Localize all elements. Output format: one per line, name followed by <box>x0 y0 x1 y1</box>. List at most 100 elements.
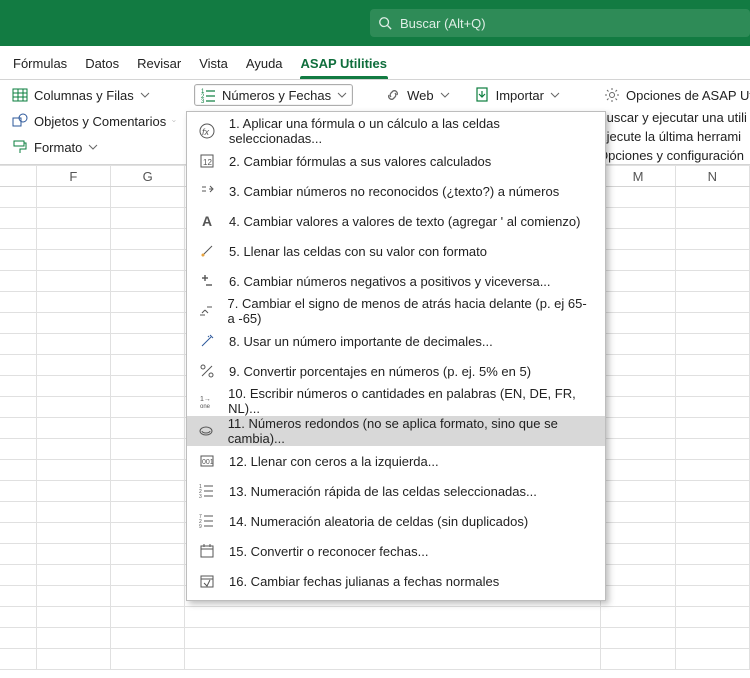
list-number-icon: 123 <box>200 87 216 103</box>
svg-text:12: 12 <box>203 158 212 167</box>
chevron-down-icon <box>140 90 150 100</box>
calendar-convert-icon <box>197 571 217 591</box>
menu-item-12[interactable]: 001 12. Llenar con ceros a la izquierda..… <box>187 446 605 476</box>
svg-text:3: 3 <box>201 99 205 103</box>
menu-item-label: 9. Convertir porcentajes en números (p. … <box>229 364 531 379</box>
menu-item-16[interactable]: 16. Cambiar fechas julianas a fechas nor… <box>187 566 605 596</box>
menu-item-6[interactable]: 6. Cambiar números negativos a positivos… <box>187 266 605 296</box>
minus-swap-icon <box>197 301 216 321</box>
menu-item-4[interactable]: A 4. Cambiar valores a valores de texto (… <box>187 206 605 236</box>
link-icon <box>385 87 401 103</box>
gear-icon <box>604 87 620 103</box>
web-label: Web <box>407 88 434 103</box>
tab-revisar[interactable]: Revisar <box>128 49 190 79</box>
tab-vista[interactable]: Vista <box>190 49 237 79</box>
chevron-down-icon <box>440 90 450 100</box>
colhead-F[interactable]: F <box>37 165 111 186</box>
text-a-icon: A <box>197 211 217 231</box>
calendar-icon <box>197 541 217 561</box>
menu-item-label: 6. Cambiar números negativos a positivos… <box>229 274 551 289</box>
fx-icon: fx <box>197 121 217 141</box>
plusminus-icon <box>197 271 217 291</box>
colhead-N[interactable]: N <box>676 165 750 186</box>
menu-item-7[interactable]: 7. Cambiar el signo de menos de atrás ha… <box>187 296 605 326</box>
right-links: Buscar y ejecutar una utili Ejecute la ú… <box>598 108 750 165</box>
formato-label: Formato <box>34 140 82 155</box>
web-button[interactable]: Web <box>379 84 456 106</box>
tab-ayuda[interactable]: Ayuda <box>237 49 292 79</box>
menu-item-9[interactable]: 9. Convertir porcentajes en números (p. … <box>187 356 605 386</box>
columnas-filas-button[interactable]: Columnas y Filas <box>6 84 182 106</box>
convert-number-icon <box>197 181 217 201</box>
chevron-down-icon <box>550 90 560 100</box>
search-placeholder: Buscar (Alt+Q) <box>400 16 486 31</box>
wand-icon <box>197 331 217 351</box>
opciones-config-link[interactable]: Opciones y configuración <box>598 146 750 165</box>
numeros-fechas-menu: fx1. Aplicar una fórmula o un cálculo a … <box>186 111 606 601</box>
round-icon <box>197 421 216 441</box>
buscar-ejecutar-link[interactable]: Buscar y ejecutar una utili <box>598 108 750 127</box>
chevron-down-icon <box>337 90 347 100</box>
menu-item-label: 15. Convertir o reconocer fechas... <box>229 544 428 559</box>
values-icon: 12 <box>197 151 217 171</box>
menu-item-label: 8. Usar un número importante de decimale… <box>229 334 493 349</box>
menu-item-3[interactable]: 3. Cambiar números no reconocidos (¿text… <box>187 176 605 206</box>
tab-datos[interactable]: Datos <box>76 49 128 79</box>
svg-text:fx: fx <box>202 127 210 137</box>
menu-item-label: 7. Cambiar el signo de menos de atrás ha… <box>228 296 595 326</box>
opciones-asap-button[interactable]: Opciones de ASAP Utilitie <box>598 84 750 106</box>
search-icon <box>378 16 392 30</box>
paint-icon <box>12 139 28 155</box>
menu-item-label: 11. Números redondos (no se aplica forma… <box>228 416 595 446</box>
menu-item-label: 14. Numeración aleatoria de celdas (sin … <box>229 514 528 529</box>
menu-item-14[interactable]: 729 14. Numeración aleatoria de celdas (s… <box>187 506 605 536</box>
spell-icon: 1→one <box>197 391 216 411</box>
menu-item-8[interactable]: 8. Usar un número importante de decimale… <box>187 326 605 356</box>
shapes-icon <box>12 113 28 129</box>
ejecute-ultima-link[interactable]: Ejecute la última herrami <box>598 127 750 146</box>
menu-item-label: 4. Cambiar valores a valores de texto (a… <box>229 214 580 229</box>
colhead-M[interactable]: M <box>601 165 675 186</box>
opciones-asap-label: Opciones de ASAP Utilitie <box>626 88 750 103</box>
menu-item-label: 16. Cambiar fechas julianas a fechas nor… <box>229 574 499 589</box>
importar-button[interactable]: Importar <box>468 84 566 106</box>
ribbon-group-right: Opciones de ASAP Utilitie Buscar y ejecu… <box>592 80 750 164</box>
leading-zeros-icon: 001 <box>197 451 217 471</box>
menu-item-15[interactable]: 15. Convertir o reconocer fechas... <box>187 536 605 566</box>
ribbon-tabs: Fórmulas Datos Revisar Vista Ayuda ASAP … <box>0 46 750 80</box>
search-box[interactable]: Buscar (Alt+Q) <box>370 9 750 37</box>
numbering-icon: 123 <box>197 481 217 501</box>
svg-text:001: 001 <box>202 459 214 466</box>
svg-text:1→: 1→ <box>200 396 211 403</box>
tab-formulas[interactable]: Fórmulas <box>4 49 76 79</box>
menu-item-1[interactable]: fx1. Aplicar una fórmula o un cálculo a … <box>187 116 605 146</box>
brush-icon <box>197 241 217 261</box>
menu-item-label: 10. Escribir números o cantidades en pal… <box>228 386 595 416</box>
menu-item-10[interactable]: 1→one 10. Escribir números o cantidades e… <box>187 386 605 416</box>
chevron-down-icon <box>88 142 98 152</box>
numeros-fechas-button[interactable]: 123 Números y Fechas <box>194 84 353 106</box>
ribbon-group-left: Columnas y Filas Objetos y Comentarios F… <box>0 80 188 164</box>
svg-text:one: one <box>200 404 211 409</box>
chevron-down-icon <box>172 116 176 126</box>
menu-item-label: 2. Cambiar fórmulas a sus valores calcul… <box>229 154 491 169</box>
numeros-fechas-label: Números y Fechas <box>222 88 331 103</box>
percent-icon <box>197 361 217 381</box>
menu-item-5[interactable]: 5. Llenar las celdas con su valor con fo… <box>187 236 605 266</box>
colhead-blank[interactable] <box>0 165 37 186</box>
menu-item-label: 13. Numeración rápida de las celdas sele… <box>229 484 537 499</box>
formato-button[interactable]: Formato <box>6 136 182 158</box>
tab-asap-utilities[interactable]: ASAP Utilities <box>292 49 396 79</box>
menu-item-2[interactable]: 12 2. Cambiar fórmulas a sus valores calc… <box>187 146 605 176</box>
colhead-G[interactable]: G <box>111 165 185 186</box>
objetos-comentarios-button[interactable]: Objetos y Comentarios <box>6 110 182 132</box>
random-icon: 729 <box>197 511 217 531</box>
svg-text:3: 3 <box>199 494 202 499</box>
objetos-comentarios-label: Objetos y Comentarios <box>34 114 166 129</box>
menu-item-label: 3. Cambiar números no reconocidos (¿text… <box>229 184 559 199</box>
menu-item-13[interactable]: 123 13. Numeración rápida de las celdas s… <box>187 476 605 506</box>
menu-item-label: 5. Llenar las celdas con su valor con fo… <box>229 244 487 259</box>
importar-label: Importar <box>496 88 544 103</box>
menu-item-label: 12. Llenar con ceros a la izquierda... <box>229 454 439 469</box>
menu-item-11[interactable]: 11. Números redondos (no se aplica forma… <box>187 416 605 446</box>
